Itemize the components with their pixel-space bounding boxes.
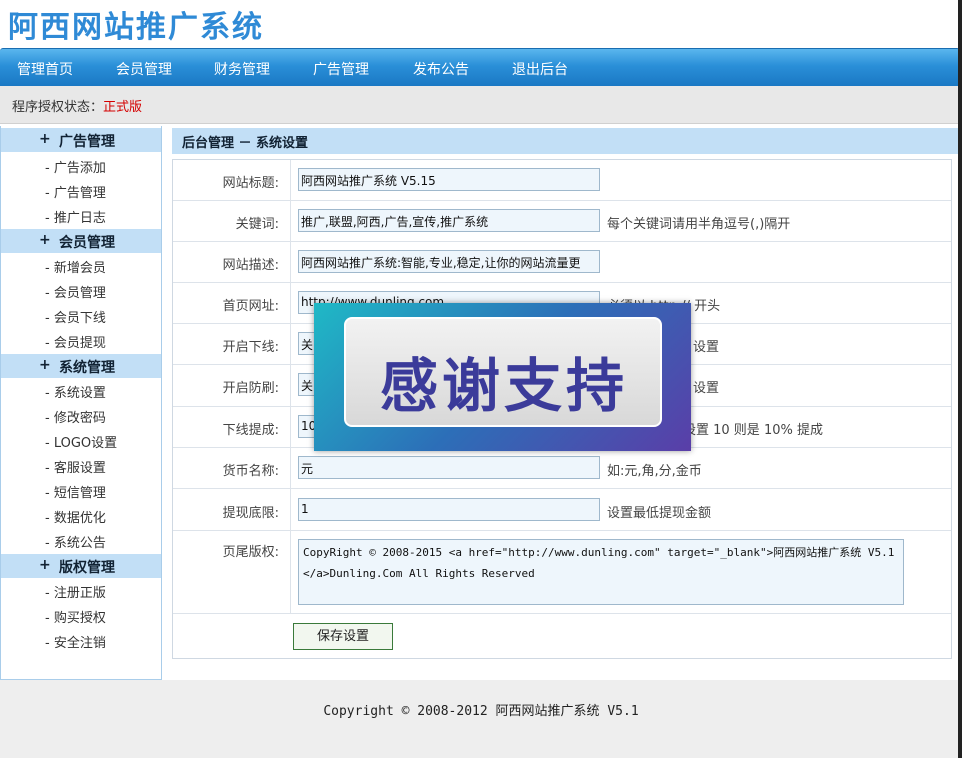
page-footer: Copyright © 2008-2012 阿西网站推广系统 V5.1 xyxy=(0,680,962,758)
thanks-card: 感谢支持 xyxy=(344,317,662,427)
license-status-value: 正式版 xyxy=(103,100,143,115)
breadcrumb-bar: 后台管理 － 系统设置 xyxy=(172,128,960,154)
nav-home[interactable]: 管理首页 xyxy=(17,59,73,79)
plus-icon: + xyxy=(39,131,51,147)
row-min-withdraw: 提现底限: 1 设置最低提现金额 xyxy=(173,489,951,531)
nav-finance[interactable]: 财务管理 xyxy=(214,59,270,79)
sidebar-item-logo-settings[interactable]: - LOGO设置 xyxy=(45,432,117,451)
sidebar-item-add-ad[interactable]: - 广告添加 xyxy=(45,157,106,176)
min-withdraw-hint: 设置最低提现金额 xyxy=(607,506,712,521)
commission-label: 下线提成: xyxy=(222,423,279,438)
sidebar-item-sms[interactable]: - 短信管理 xyxy=(45,482,106,501)
sidebar-item-change-password[interactable]: - 修改密码 xyxy=(45,407,106,426)
sidebar-item-register[interactable]: - 注册正版 xyxy=(45,582,106,601)
sidebar-item-logout-safe[interactable]: - 安全注销 xyxy=(45,632,106,651)
min-withdraw-label: 提现底限: xyxy=(222,506,279,521)
enable-downline-label: 开启下线: xyxy=(222,340,279,355)
sidebar-group-license[interactable]: + 版权管理 xyxy=(1,554,161,578)
description-input[interactable]: 阿西网站推广系统:智能,专业,稳定,让你的网站流量更 xyxy=(298,250,600,273)
sidebar-item-system-notice[interactable]: - 系统公告 xyxy=(45,532,106,551)
site-title-input[interactable]: 阿西网站推广系统 V5.15 xyxy=(298,168,600,191)
sidebar: + 广告管理 - 广告添加 - 广告管理 - 推广日志 + 会员管理 - 新增会员 … xyxy=(0,126,162,680)
currency-label: 货币名称: xyxy=(222,464,279,479)
license-status-label: 程序授权状态： xyxy=(12,100,104,115)
nav-members[interactable]: 会员管理 xyxy=(116,59,172,79)
keywords-input[interactable]: 推广,联盟,阿西,广告,宣传,推广系统 xyxy=(298,209,600,232)
row-footer-copyright: 页尾版权: CopyRight © 2008-2015 <a href="htt… xyxy=(173,531,951,614)
row-keywords: 关键词: 推广,联盟,阿西,广告,宣传,推广系统 每个关键词请用半角逗号(,)隔… xyxy=(173,201,951,242)
nav-announcement[interactable]: 发布公告 xyxy=(413,59,469,79)
keywords-hint: 每个关键词请用半角逗号(,)隔开 xyxy=(607,217,791,232)
plus-icon: + xyxy=(39,557,51,573)
plus-icon: + xyxy=(39,232,51,248)
sidebar-group-members[interactable]: + 会员管理 xyxy=(1,229,161,253)
row-currency: 货币名称: 元 如:元,角,分,金币 xyxy=(173,448,951,489)
footer-copyright-label: 页尾版权: xyxy=(222,545,279,560)
sidebar-item-system-settings[interactable]: - 系统设置 xyxy=(45,382,106,401)
license-status-bar: 程序授权状态：正式版 xyxy=(0,86,960,124)
nav-logout[interactable]: 退出后台 xyxy=(512,59,568,79)
thanks-overlay-image: 感谢支持 xyxy=(314,303,691,451)
row-description: 网站描述: 阿西网站推广系统:智能,专业,稳定,让你的网站流量更 xyxy=(173,242,951,283)
currency-hint: 如:元,角,分,金币 xyxy=(607,464,702,479)
top-nav: 管理首页 会员管理 财务管理 广告管理 发布公告 退出后台 xyxy=(0,48,960,86)
sidebar-item-manage-ads[interactable]: - 广告管理 xyxy=(45,182,106,201)
sidebar-item-db-optimize[interactable]: - 数据优化 xyxy=(45,507,106,526)
anti-refresh-hint: 设置 xyxy=(693,381,720,396)
sidebar-item-promo-log[interactable]: - 推广日志 xyxy=(45,207,106,226)
sidebar-item-manage-members[interactable]: - 会员管理 xyxy=(45,282,106,301)
sidebar-item-support-settings[interactable]: - 客服设置 xyxy=(45,457,106,476)
commission-hint: 设置 10 则是 10% 提成 xyxy=(683,423,823,438)
footer-copyright-textarea[interactable]: CopyRight © 2008-2015 <a href="http://ww… xyxy=(298,539,904,605)
site-title: 阿西网站推广系统 xyxy=(8,10,264,45)
row-site-title: 网站标题: 阿西网站推广系统 V5.15 xyxy=(173,160,951,201)
sidebar-item-buy-license[interactable]: - 购买授权 xyxy=(45,607,106,626)
keywords-label: 关键词: xyxy=(235,217,279,232)
min-withdraw-input[interactable]: 1 xyxy=(298,498,600,521)
breadcrumb: 后台管理 － 系统设置 xyxy=(182,136,309,151)
sidebar-group-ads[interactable]: + 广告管理 xyxy=(1,128,161,152)
page-footer-text: Copyright © 2008-2012 阿西网站推广系统 V5.1 xyxy=(323,704,639,719)
currency-input[interactable]: 元 xyxy=(298,456,600,479)
sidebar-item-member-downline[interactable]: - 会员下线 xyxy=(45,307,106,326)
thanks-text: 感谢支持 xyxy=(379,352,628,420)
save-settings-button[interactable]: 保存设置 xyxy=(293,623,393,650)
site-title-label: 网站标题: xyxy=(222,176,279,191)
homepage-url-label: 首页网址: xyxy=(222,299,279,314)
license-status: 程序授权状态：正式版 xyxy=(12,96,142,115)
sidebar-item-add-member[interactable]: - 新增会员 xyxy=(45,257,106,276)
description-label: 网站描述: xyxy=(222,258,279,273)
enable-downline-hint: 设置 xyxy=(693,340,720,355)
plus-icon: + xyxy=(39,357,51,373)
window-edge xyxy=(958,0,962,758)
sidebar-item-member-withdraw[interactable]: - 会员提现 xyxy=(45,332,106,351)
anti-refresh-label: 开启防刷: xyxy=(222,381,279,396)
sidebar-group-system[interactable]: + 系统管理 xyxy=(1,354,161,378)
nav-ads[interactable]: 广告管理 xyxy=(313,59,369,79)
